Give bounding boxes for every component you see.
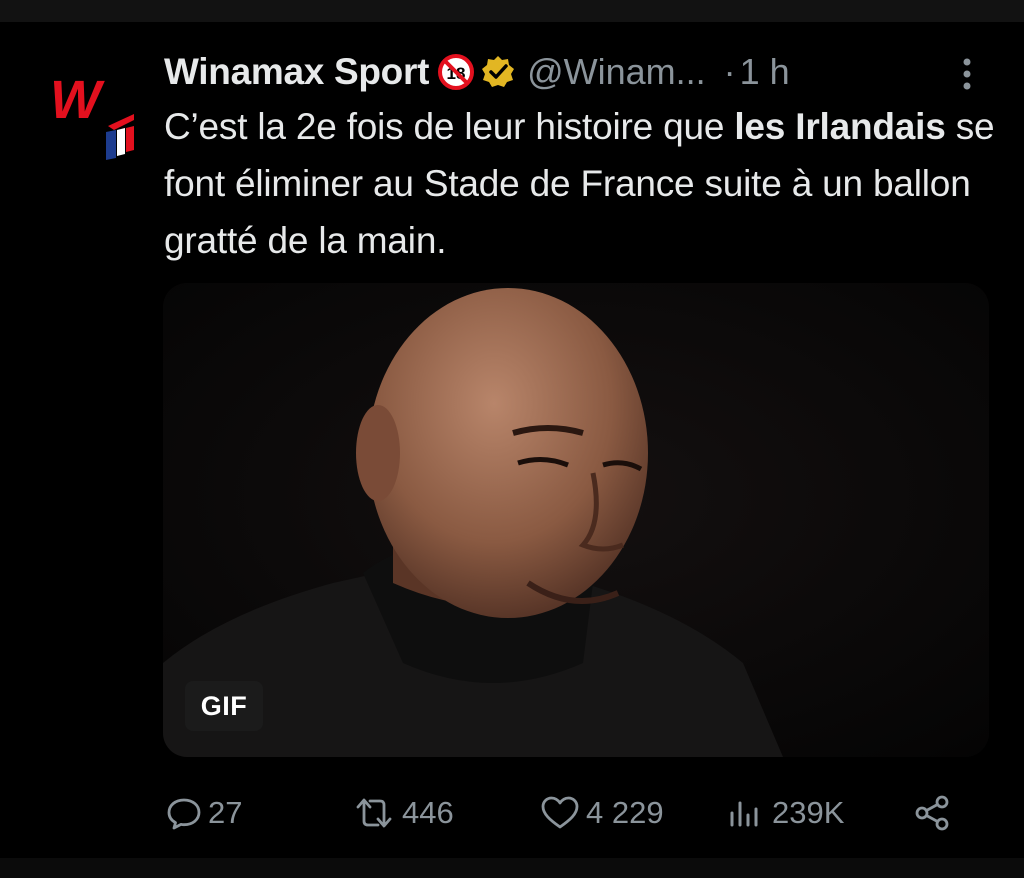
like-button[interactable]: 4 229: [540, 788, 664, 838]
top-divider: [0, 0, 1024, 22]
verified-icon: [482, 56, 515, 87]
repost-count: 446: [402, 795, 454, 830]
timestamp[interactable]: 1 h: [740, 51, 790, 93]
bottom-divider: [0, 858, 1024, 878]
tweet-header: Winamax Sport 18 @Winam... · 1 h: [164, 50, 984, 94]
age-18-icon: 18: [438, 54, 475, 90]
gif-media[interactable]: GIF: [163, 283, 989, 757]
author-name[interactable]: Winamax Sport: [164, 51, 429, 93]
tweet-text-part1: C’est la 2e fois de leur histoire que: [164, 106, 735, 147]
views-icon: [730, 801, 758, 827]
gif-image: [163, 283, 989, 757]
reply-button[interactable]: 27: [166, 788, 242, 838]
share-button[interactable]: [912, 788, 958, 838]
avatar[interactable]: W: [48, 66, 138, 166]
gif-badge: GIF: [185, 681, 263, 731]
reply-count: 27: [208, 795, 243, 830]
share-icon: [915, 795, 949, 831]
reply-icon: [167, 798, 201, 830]
tweet-text: C’est la 2e fois de leur histoire que le…: [164, 98, 1004, 269]
repost-icon: [356, 798, 392, 828]
views-button[interactable]: 239K: [726, 788, 844, 838]
winamax-logo-icon: W: [50, 70, 134, 160]
more-icon[interactable]: [954, 54, 980, 94]
tweet-text-bold: les Irlandais: [734, 106, 946, 147]
like-count: 4 229: [586, 795, 664, 830]
author-handle[interactable]: @Winam...: [527, 51, 706, 93]
tweet[interactable]: W Winamax Sport 18 @Winam... · 1 h C’est…: [0, 22, 1024, 878]
views-count: 239K: [772, 795, 845, 830]
like-icon: [541, 796, 579, 829]
repost-button[interactable]: 446: [352, 788, 454, 838]
action-bar: 27 446 4 229 239K: [160, 788, 990, 838]
separator-dot: ·: [723, 51, 736, 92]
svg-text:W: W: [50, 70, 105, 130]
